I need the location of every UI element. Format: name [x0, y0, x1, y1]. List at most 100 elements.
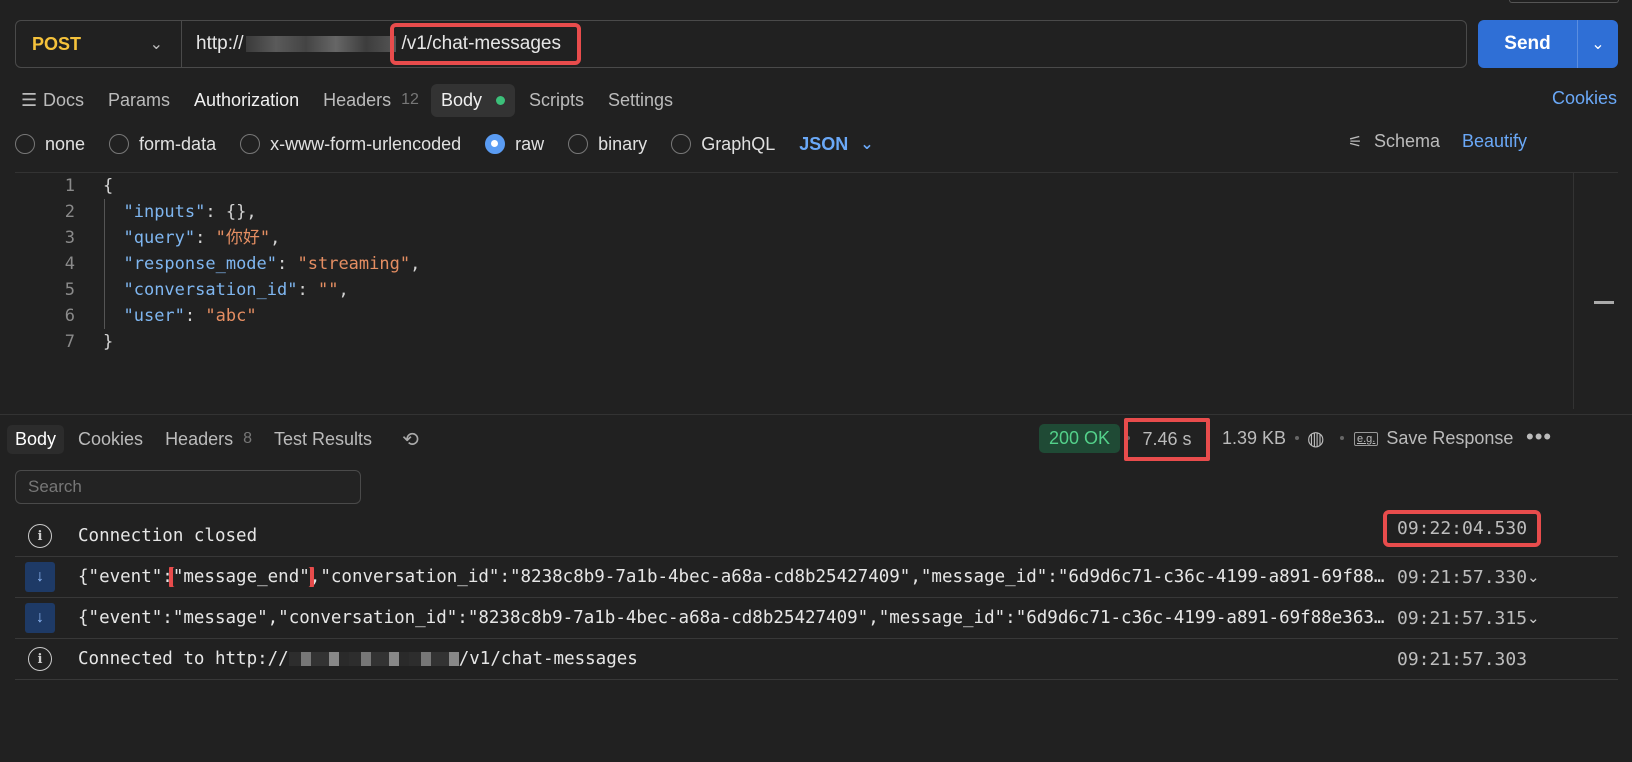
list-item[interactable]: ↓ {"event":"message_end","conversation_i…	[15, 557, 1618, 598]
tab-params[interactable]: Params	[108, 90, 170, 111]
tab-docs[interactable]: ☰ Docs	[21, 90, 84, 111]
editor-scrollbar-track[interactable]	[1573, 173, 1574, 409]
radio-binary[interactable]: binary	[568, 134, 647, 155]
line-number: 2	[64, 202, 75, 222]
json-punct: :	[277, 254, 298, 274]
radio-button	[671, 134, 692, 154]
code-line: "inputs": {},	[103, 199, 420, 225]
radio-binary-label: binary	[598, 133, 648, 154]
more-options-icon[interactable]: •••	[1526, 424, 1552, 450]
json-punct: : {},	[205, 202, 257, 222]
schema-button[interactable]: ⚟ Schema	[1348, 131, 1440, 152]
body-status-dot	[495, 95, 505, 105]
body-type-options: none form-data x-www-form-urlencoded raw…	[15, 130, 874, 158]
message-event-highlight: "message_end"	[168, 567, 314, 587]
json-value: ""	[317, 280, 339, 300]
response-size[interactable]: 1.39 KB	[1222, 428, 1286, 449]
message-text: Connection closed	[78, 526, 258, 546]
request-tabs: ☰ Docs Params Authorization Headers 12 B…	[21, 82, 697, 118]
tab-authorization[interactable]: Authorization	[194, 90, 299, 111]
json-key: "query"	[123, 228, 196, 248]
format-select[interactable]: JSON ⌄	[799, 134, 873, 155]
redacted-host	[245, 36, 396, 52]
chevron-down-icon: ⌄	[149, 36, 163, 53]
chevron-down-icon[interactable]: ⌄	[1527, 609, 1540, 627]
method-select[interactable]: POST ⌄	[16, 21, 182, 67]
line-number: 6	[64, 306, 75, 326]
brace: }	[103, 332, 114, 352]
beautify-button[interactable]: Beautify	[1462, 131, 1527, 152]
list-item[interactable]: i Connected to http:///v1/chat-messages …	[15, 639, 1618, 680]
json-punct: ,	[410, 254, 421, 274]
send-button-group: Send ⌄	[1478, 20, 1618, 68]
tab-headers[interactable]: Headers 12	[323, 90, 419, 111]
info-icon: i	[28, 524, 52, 548]
tab-settings[interactable]: Settings	[608, 90, 673, 111]
radio-form-data[interactable]: form-data	[109, 134, 216, 155]
chevron-down-icon[interactable]: ⌄	[1527, 568, 1540, 586]
docs-icon: ☰	[21, 89, 38, 110]
line-number: 7	[64, 332, 75, 352]
line-numbers: 1 2 3 4 5 6 7	[15, 173, 85, 355]
url-path: /v1/chat-messages	[389, 23, 582, 65]
message-text: Connected to http:// /v1/chat-messages	[78, 649, 1388, 669]
radio-urlencoded-label: x-www-form-urlencoded	[270, 133, 462, 154]
message-timestamp: 09:21:57.315	[1397, 607, 1528, 629]
headers-count: 12	[401, 91, 419, 108]
cookies-link[interactable]: Cookies	[1552, 88, 1617, 109]
radio-raw[interactable]: raw	[485, 134, 544, 155]
separator-dot	[1340, 436, 1344, 440]
history-icon[interactable]: ⟲	[402, 427, 419, 452]
send-button[interactable]: Send	[1478, 20, 1578, 68]
response-tab-body[interactable]: Body	[7, 424, 65, 454]
chevron-down-icon: ⌄	[860, 136, 874, 153]
event-stream-list: i Connection closed 09:22:04.530 ↓ {"eve…	[15, 510, 1618, 680]
response-tab-cookies-label: Cookies	[78, 428, 144, 449]
response-time[interactable]: 7.46 s	[1124, 418, 1210, 461]
json-key: "conversation_id"	[123, 280, 298, 300]
message-prefix: {"event":	[78, 567, 173, 587]
message-prefix: Connected to http://	[78, 649, 289, 669]
arrow-down-icon: ↓	[25, 562, 55, 592]
globe-icon[interactable]: ◍	[1307, 426, 1324, 451]
radio-button	[568, 134, 589, 154]
radio-urlencoded[interactable]: x-www-form-urlencoded	[240, 134, 461, 155]
method-label: POST	[32, 33, 82, 54]
code-editor[interactable]: 1 2 3 4 5 6 7 { "inputs": {}, "query": "…	[15, 172, 1618, 409]
json-value: "streaming"	[297, 254, 411, 274]
line-number: 3	[64, 228, 75, 248]
line-number: 4	[64, 254, 75, 274]
save-response-button[interactable]: e.g. Save Response	[1354, 428, 1513, 449]
arrow-down-icon: ↓	[25, 603, 55, 633]
tab-body[interactable]: Body	[430, 83, 515, 117]
json-value: "你好"	[215, 228, 271, 248]
code-line: "query": "你好",	[103, 225, 420, 251]
pane-divider[interactable]	[0, 414, 1632, 415]
radio-graphql[interactable]: GraphQL	[671, 134, 775, 155]
tab-params-label: Params	[108, 89, 171, 110]
search-input[interactable]	[15, 470, 361, 504]
url-input[interactable]: http:// /v1/chat-messages	[182, 23, 582, 65]
code-line: {	[103, 173, 420, 199]
json-punct: :	[195, 228, 216, 248]
radio-none[interactable]: none	[15, 134, 85, 155]
top-stub	[1509, 0, 1619, 3]
list-item[interactable]: i Connection closed 09:22:04.530	[15, 510, 1618, 557]
redacted-host	[288, 652, 459, 666]
send-dropdown-button[interactable]: ⌄	[1578, 20, 1618, 68]
message-suffix: ,"conversation_id":"8238c8b9-7a1b-4bec-a…	[309, 567, 1388, 587]
response-tab-headers[interactable]: Headers 8	[165, 429, 252, 450]
response-headers-count: 8	[243, 430, 253, 447]
radio-button	[240, 134, 261, 154]
tab-scripts[interactable]: Scripts	[529, 90, 584, 111]
sliders-icon: ⚟	[1348, 133, 1363, 151]
line-number: 1	[64, 176, 75, 196]
list-item[interactable]: ↓ {"event":"message","conversation_id":"…	[15, 598, 1618, 639]
response-tab-cookies[interactable]: Cookies	[78, 429, 143, 450]
response-tab-test-results-label: Test Results	[274, 428, 373, 449]
tab-docs-label: Docs	[43, 89, 85, 110]
response-tab-headers-label: Headers	[165, 428, 234, 449]
response-tab-test-results[interactable]: Test Results	[274, 429, 372, 450]
url-prefix: http://	[196, 33, 244, 54]
json-punct: ,	[338, 280, 349, 300]
